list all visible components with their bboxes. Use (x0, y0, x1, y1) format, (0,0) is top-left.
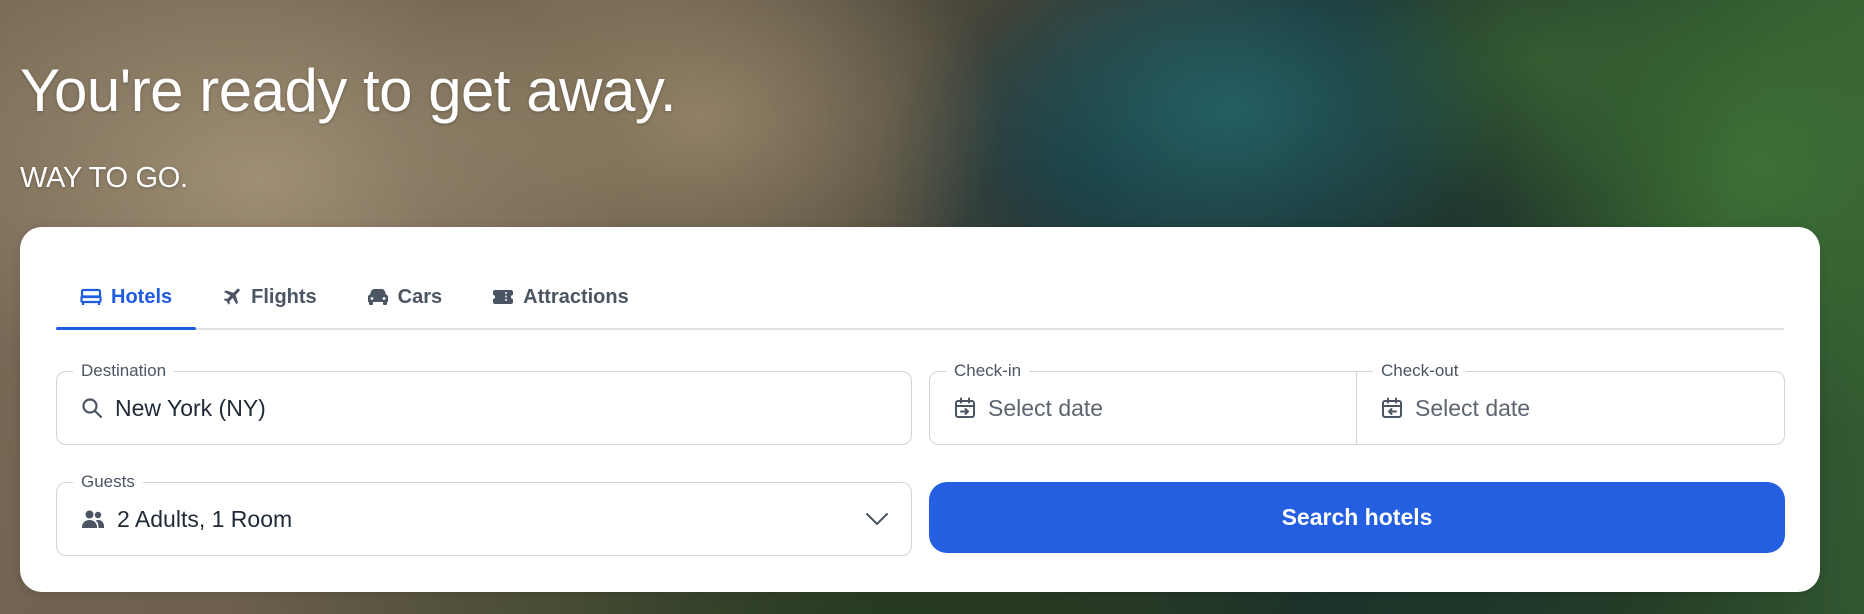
hero-title: You're ready to get away. (20, 57, 677, 124)
search-icon (81, 397, 103, 419)
people-icon (81, 509, 105, 529)
calendar-checkin-icon (954, 397, 976, 419)
tab-flights[interactable]: Flights (198, 266, 341, 328)
guests-value: 2 Adults, 1 Room (117, 505, 293, 532)
checkout-field[interactable]: Check-out Select date (1357, 361, 1784, 444)
destination-value: New York (NY) (115, 394, 266, 421)
ticket-icon (492, 289, 514, 305)
destination-field[interactable]: Destination New York (NY) (56, 361, 912, 445)
tab-attractions-label: Attractions (523, 285, 629, 308)
tab-flights-label: Flights (251, 285, 317, 308)
tab-hotels[interactable]: Hotels (56, 266, 197, 330)
hero-subtitle: WAY TO GO. (20, 162, 188, 194)
guests-dropdown[interactable]: Guests 2 Adults, 1 Room (56, 472, 912, 556)
calendar-checkout-icon (1381, 397, 1403, 419)
tab-cars-label: Cars (397, 285, 443, 308)
plane-icon (222, 287, 242, 307)
checkout-placeholder: Select date (1415, 394, 1531, 421)
tab-hotels-label: Hotels (111, 285, 173, 308)
search-tabs: Hotels Flights Cars Attractions (56, 227, 1784, 330)
car-icon (367, 288, 389, 306)
tab-cars[interactable]: Cars (343, 266, 466, 328)
search-hotels-button[interactable]: Search hotels (929, 482, 1785, 553)
chevron-down-icon[interactable] (865, 512, 889, 526)
checkin-field[interactable]: Check-in Select date (930, 361, 1357, 444)
search-card: Hotels Flights Cars Attractions Destinat… (20, 227, 1820, 592)
bed-icon (80, 288, 102, 306)
checkin-placeholder: Select date (988, 394, 1104, 421)
tab-attractions[interactable]: Attractions (468, 266, 653, 328)
date-range-field: Check-in Select date Check-out Select da… (929, 361, 1785, 445)
